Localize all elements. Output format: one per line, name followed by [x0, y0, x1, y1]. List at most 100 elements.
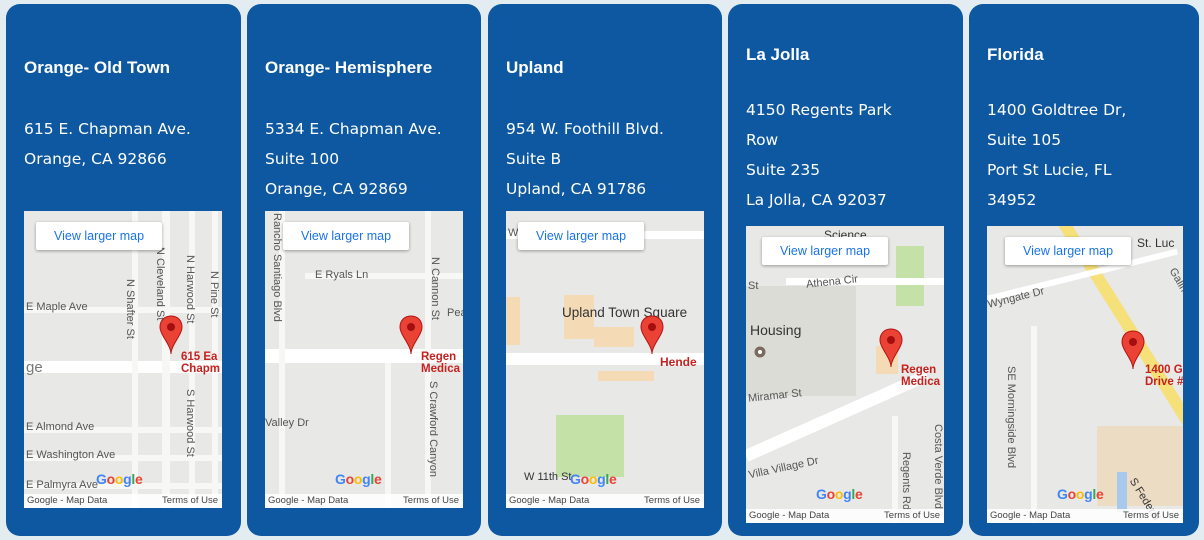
map-attribution: Google - Map Data Terms of Use [24, 494, 222, 508]
map-attribution: Google - Map Data Terms of Use [987, 509, 1183, 523]
map-pin-icon[interactable] [399, 315, 423, 355]
address-line: 34952 [987, 191, 1037, 209]
address-line: Orange, CA 92869 [265, 180, 408, 198]
address-line: Row [746, 131, 779, 149]
embedded-map[interactable]: Rancho Santiago Blvd E Ryals Ln N Cannon… [265, 211, 463, 508]
location-title: Orange- Old Town [24, 58, 171, 77]
address-line: Orange, CA 92866 [24, 150, 167, 168]
map-data-link[interactable]: Google - Map Data [990, 509, 1070, 523]
location-title: La Jolla [746, 45, 810, 64]
street-label: S Crawford Canyon [427, 381, 439, 477]
location-title: Florida [987, 45, 1044, 64]
street-label: E Palmyra Ave [26, 479, 98, 491]
place-label: Hende [660, 355, 697, 369]
terms-of-use-link[interactable]: Terms of Use [162, 494, 218, 508]
poi-icon [754, 346, 766, 358]
street-label: Regents Rd [900, 452, 912, 511]
street-label: Rancho Santiago Blvd [271, 213, 283, 322]
place-label: Regen Medica [421, 351, 460, 375]
embedded-map[interactable]: Science Athena Cir St Housing Miramar St… [746, 226, 944, 523]
terms-of-use-link[interactable]: Terms of Use [884, 509, 940, 523]
location-card-orange-old-town: Orange- Old Town 615 E. Chapman Ave. Ora… [6, 4, 241, 536]
map-attribution: Google - Map Data Terms of Use [506, 494, 704, 508]
address-line: Suite B [506, 150, 562, 168]
street-label: Valley Dr [265, 417, 309, 429]
embedded-map[interactable]: W Upland Town Square W 11th St View larg… [506, 211, 704, 508]
map-pin-icon[interactable] [1121, 330, 1145, 370]
street-label: N Cleveland St [154, 247, 166, 321]
address-line: Suite 105 [987, 131, 1062, 149]
street-label: Upland Town Square [562, 305, 688, 320]
street-label: St [748, 280, 759, 292]
location-card-upland: Upland 954 W. Foothill Blvd. Suite B Upl… [488, 4, 722, 536]
place-label: 615 Ea Chapm [181, 351, 220, 375]
street-label: E Maple Ave [26, 301, 88, 313]
location-address: 4150 Regents Park Row Suite 235 La Jolla… [746, 95, 892, 215]
address-line: Port St Lucie, FL [987, 161, 1112, 179]
location-card-orange-hemisphere: Orange- Hemisphere 5334 E. Chapman Ave. … [247, 4, 481, 536]
street-label: Costa Verde Blvd [932, 424, 944, 509]
google-logo: Google [816, 486, 863, 502]
address-line: 4150 Regents Park [746, 101, 892, 119]
street-label: E Washington Ave [26, 449, 116, 461]
location-address: 954 W. Foothill Blvd. Suite B Upland, CA… [506, 114, 664, 204]
address-line: 1400 Goldtree Dr, [987, 101, 1127, 119]
location-card-la-jolla: La Jolla 4150 Regents Park Row Suite 235… [728, 4, 963, 536]
street-label: S Harwood St [184, 389, 196, 457]
street-label: E Almond Ave [26, 421, 95, 433]
location-title: Orange- Hemisphere [265, 58, 433, 77]
google-logo: Google [335, 471, 382, 487]
location-address: 615 E. Chapman Ave. Orange, CA 92866 [24, 114, 191, 174]
map-pin-icon[interactable] [879, 328, 903, 368]
street-label: Housing [750, 322, 802, 338]
map-data-link[interactable]: Google - Map Data [509, 494, 589, 508]
address-line: La Jolla, CA 92037 [746, 191, 887, 209]
view-larger-map-link[interactable]: View larger map [283, 222, 410, 250]
street-label: SE Morningside Blvd [1005, 366, 1017, 469]
street-label: N Cannon St [429, 257, 441, 320]
place-label: 1400 G Drive # [1145, 364, 1183, 388]
address-line: Suite 100 [265, 150, 340, 168]
street-label: W 11th St [524, 471, 572, 483]
embedded-map[interactable]: St. Luc Wyngate Dr Gallmoor Dr SE Mornin… [987, 226, 1183, 523]
terms-of-use-link[interactable]: Terms of Use [1123, 509, 1179, 523]
street-label: Villa Village Dr [747, 454, 820, 482]
view-larger-map-link[interactable]: View larger map [762, 237, 889, 265]
location-address: 1400 Goldtree Dr, Suite 105 Port St Luci… [987, 95, 1126, 215]
view-larger-map-link[interactable]: View larger map [518, 222, 645, 250]
address-line: Upland, CA 91786 [506, 180, 647, 198]
location-card-florida: Florida 1400 Goldtree Dr, Suite 105 Port… [969, 4, 1199, 536]
map-data-link[interactable]: Google - Map Data [749, 509, 829, 523]
location-address: 5334 E. Chapman Ave. Suite 100 Orange, C… [265, 114, 442, 204]
street-label: E Ryals Ln [315, 269, 369, 281]
map-attribution: Google - Map Data Terms of Use [265, 494, 463, 508]
terms-of-use-link[interactable]: Terms of Use [403, 494, 459, 508]
view-larger-map-link[interactable]: View larger map [36, 222, 163, 250]
map-data-link[interactable]: Google - Map Data [268, 494, 348, 508]
view-larger-map-link[interactable]: View larger map [1005, 237, 1132, 265]
location-title: Upland [506, 58, 564, 77]
address-line: 5334 E. Chapman Ave. [265, 120, 442, 138]
map-pin-icon[interactable] [159, 315, 183, 355]
map-attribution: Google - Map Data Terms of Use [746, 509, 944, 523]
street-label: Pea [447, 307, 463, 319]
street-label: N Shafter St [124, 279, 136, 339]
map-data-link[interactable]: Google - Map Data [27, 494, 107, 508]
google-logo: Google [1057, 486, 1104, 502]
street-label: W [508, 227, 519, 239]
embedded-map[interactable]: E Maple Ave N Shafter St N Cleveland St … [24, 211, 222, 508]
street-label: Gallmoor Dr [1166, 266, 1183, 323]
address-line: 954 W. Foothill Blvd. [506, 120, 664, 138]
address-line: 615 E. Chapman Ave. [24, 120, 191, 138]
street-label: ge [26, 359, 43, 376]
map-pin-icon[interactable] [640, 315, 664, 355]
place-label: Regen Medica [901, 364, 940, 388]
street-label: St. Luc [1137, 236, 1175, 250]
google-logo: Google [570, 471, 617, 487]
terms-of-use-link[interactable]: Terms of Use [644, 494, 700, 508]
street-label: N Harwood St [184, 255, 196, 324]
locations-row: Orange- Old Town 615 E. Chapman Ave. Ora… [0, 0, 1204, 540]
street-label: N Pine St [208, 271, 220, 318]
google-logo: Google [96, 471, 143, 487]
address-line: Suite 235 [746, 161, 821, 179]
